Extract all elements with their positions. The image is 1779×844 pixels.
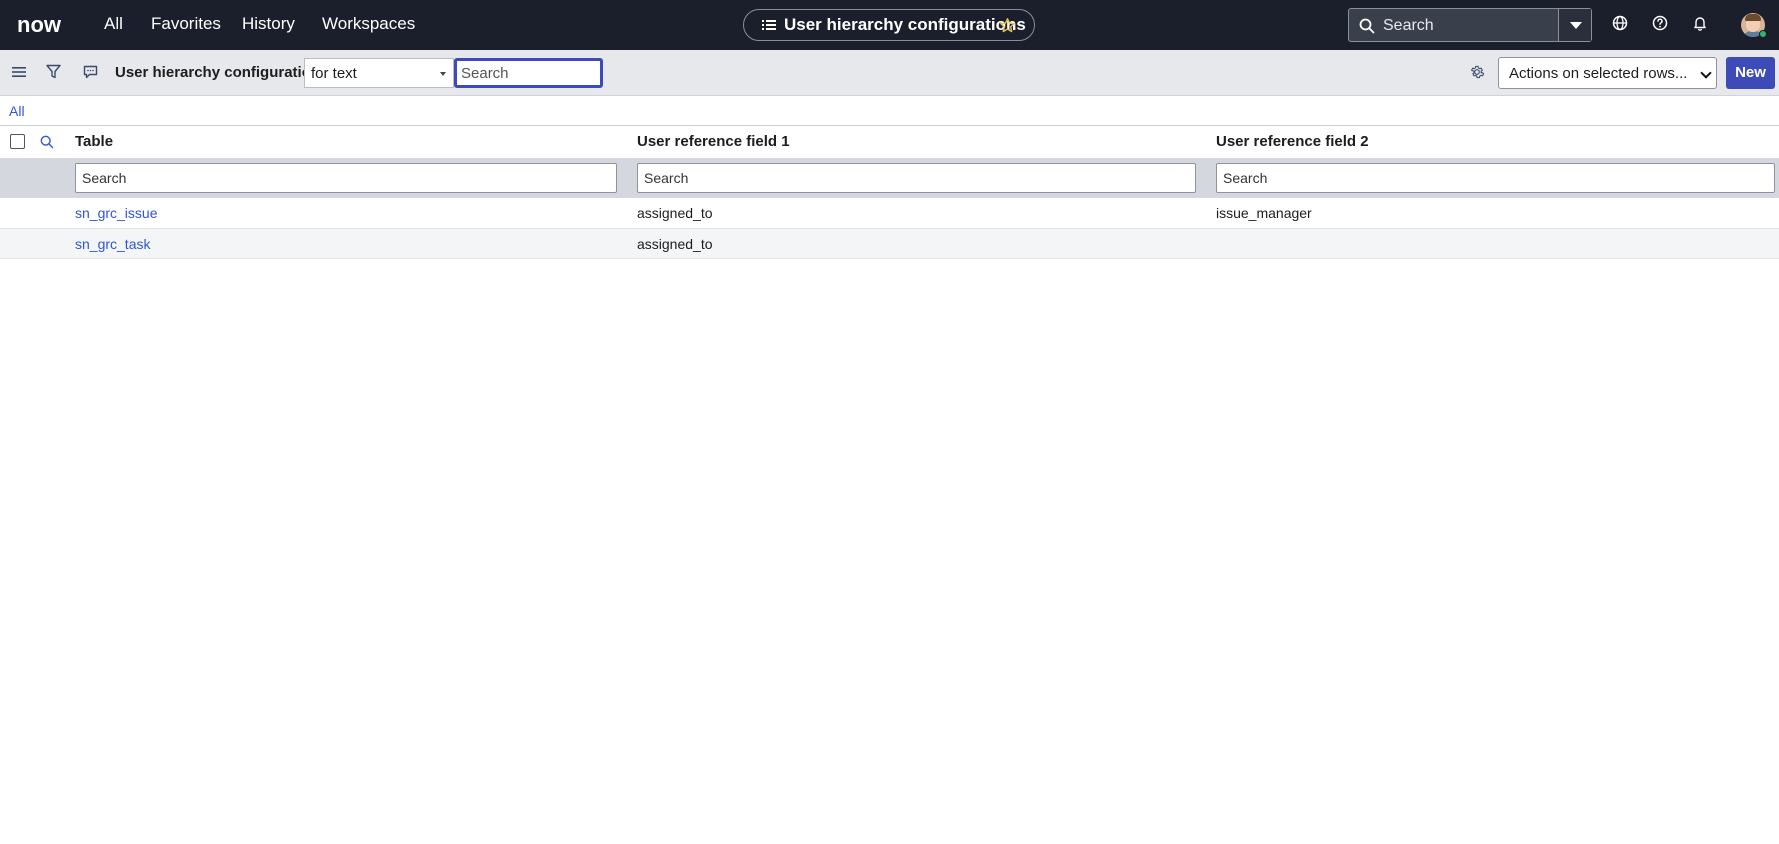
nav-all[interactable]: All <box>104 14 123 34</box>
nav-history[interactable]: History <box>242 14 295 34</box>
help-icon[interactable] <box>1652 15 1668 31</box>
hamburger-menu-icon[interactable] <box>12 66 26 78</box>
actions-select-value: Actions on selected rows... <box>1509 65 1688 82</box>
presence-indicator <box>1759 30 1767 38</box>
nav-favorites[interactable]: Favorites <box>151 14 221 34</box>
table-cell-table-link[interactable]: sn_grc_task <box>75 236 150 252</box>
table-row: sn_grc_task assigned_to <box>0 229 1779 259</box>
chat-bubble-icon[interactable] <box>83 65 98 79</box>
list-toolbar: User hierarchy configurations for text A… <box>0 50 1779 96</box>
global-search[interactable]: Search <box>1348 8 1592 42</box>
global-search-placeholder: Search <box>1383 17 1434 34</box>
filter-icon[interactable] <box>46 64 61 80</box>
table-header-row <box>0 126 1779 158</box>
list-search-input[interactable] <box>454 58 603 88</box>
servicenow-logo[interactable]: now <box>17 13 75 37</box>
search-scope-value: for text <box>311 65 357 82</box>
caret-down-icon <box>1570 22 1582 29</box>
page-title-pill[interactable]: User hierarchy configurations <box>743 9 1035 41</box>
column-search-toggle-icon[interactable] <box>40 135 54 149</box>
top-navigation-bar: now All Favorites History Workspaces Use… <box>0 0 1779 50</box>
column-header-table[interactable]: Table <box>75 133 113 150</box>
breadcrumb-all[interactable]: All <box>9 103 25 119</box>
bell-icon[interactable] <box>1692 15 1708 31</box>
row-divider <box>0 258 1779 259</box>
table-cell-table-link[interactable]: sn_grc_issue <box>75 205 158 221</box>
column-header-user-reference-field-2[interactable]: User reference field 2 <box>1216 133 1369 150</box>
user-reference-field-2-search-input[interactable] <box>1216 163 1775 193</box>
globe-icon[interactable] <box>1612 15 1628 31</box>
user-reference-field-1-search-input[interactable] <box>637 163 1196 193</box>
table-row: sn_grc_issue assigned_to issue_manager <box>0 198 1779 228</box>
table-cell-user-reference-field-2: issue_manager <box>1216 205 1312 221</box>
list-icon <box>762 20 776 30</box>
table-cell-user-reference-field-1: assigned_to <box>637 236 713 252</box>
star-icon[interactable] <box>999 17 1016 34</box>
actions-on-selected-rows-select[interactable]: Actions on selected rows... <box>1498 57 1717 89</box>
table-column-search-input[interactable] <box>75 163 617 193</box>
column-header-user-reference-field-1[interactable]: User reference field 1 <box>637 133 790 150</box>
search-icon <box>1359 18 1375 34</box>
nav-workspaces[interactable]: Workspaces <box>322 14 415 34</box>
avatar-hair <box>1745 14 1761 21</box>
gear-icon[interactable] <box>1469 64 1485 80</box>
select-all-checkbox[interactable] <box>10 134 25 149</box>
logo-text: now <box>17 13 62 37</box>
caret-down-icon <box>440 72 446 76</box>
new-button[interactable]: New <box>1726 57 1775 89</box>
list-title: User hierarchy configurations <box>115 64 329 81</box>
page-pill-title: User hierarchy configurations <box>784 15 1026 34</box>
chevron-down-icon <box>1700 67 1712 79</box>
search-scope-select[interactable]: for text <box>304 58 454 88</box>
search-dropdown-button[interactable] <box>1558 9 1591 41</box>
table-cell-user-reference-field-1: assigned_to <box>637 205 713 221</box>
